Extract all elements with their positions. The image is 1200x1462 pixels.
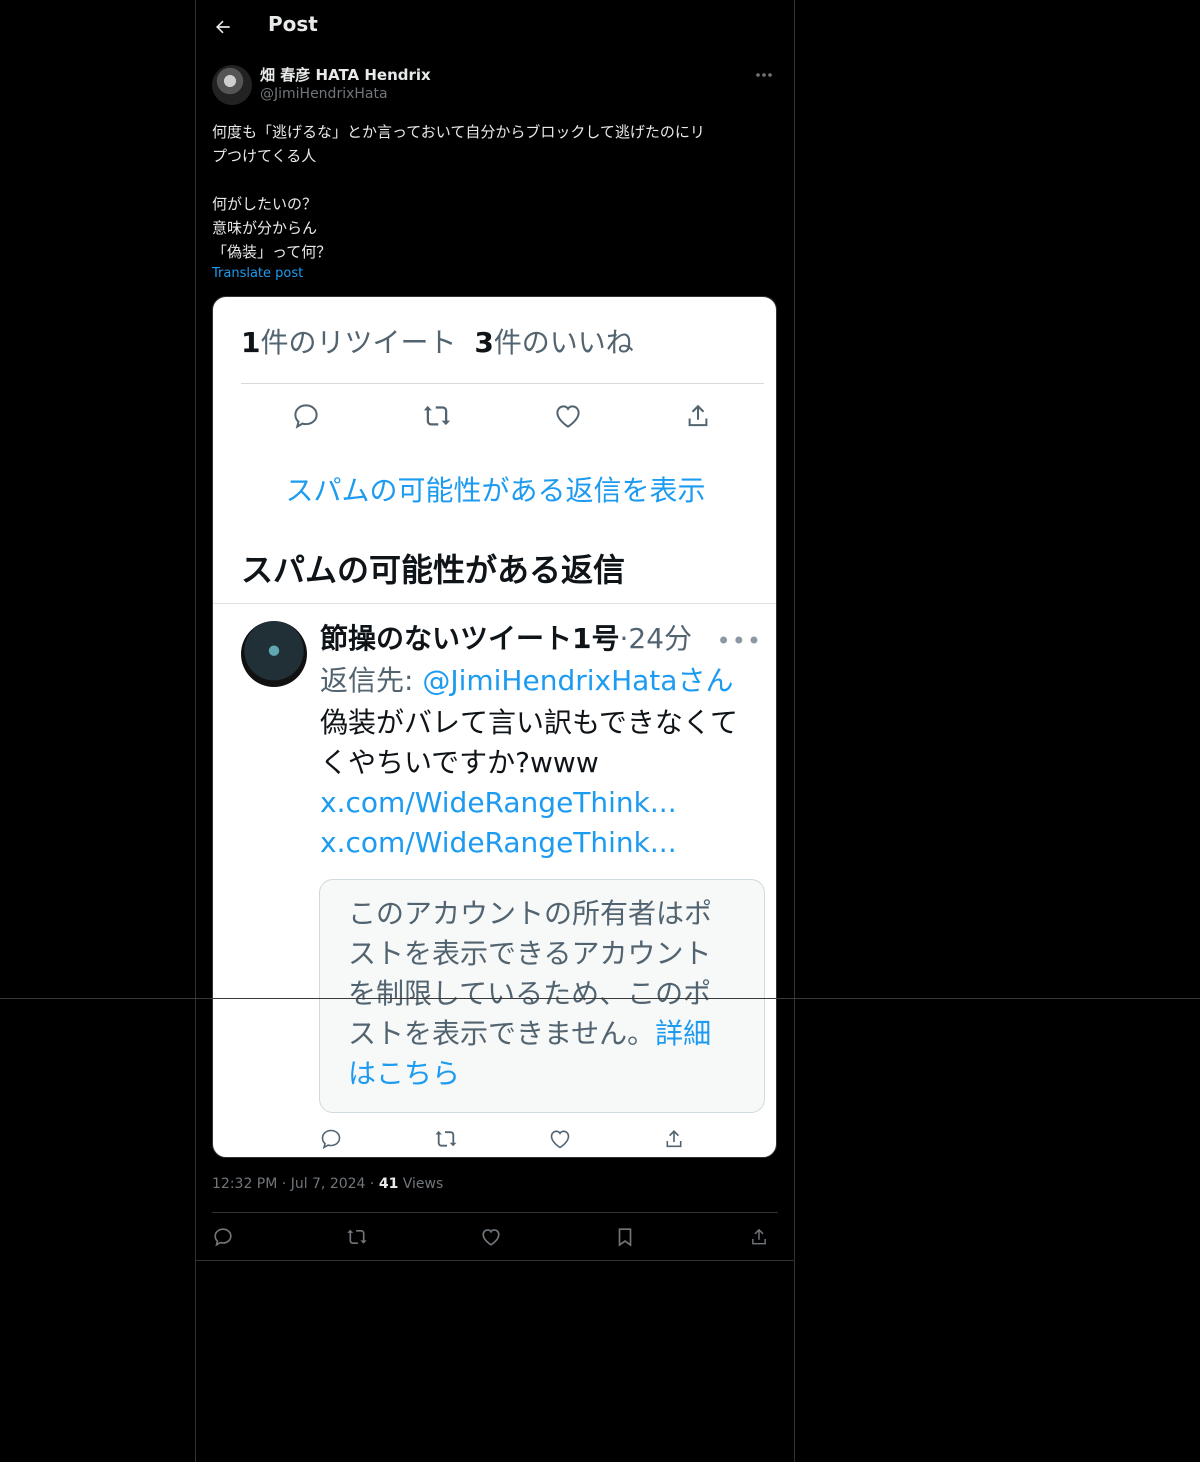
like-button[interactable] [480,1226,502,1248]
reply-icon [294,404,318,429]
screenshot-like-count: 3 [474,326,494,359]
share-icon [752,1228,766,1245]
top-bar: Post [196,0,794,54]
reply-body: 偽装がバレて言い訳もできなくてくやちいですか?www x.com/WideRan… [320,703,760,863]
divider [241,383,764,384]
post-column: Post 畑 春彦 HATA Hendrix @JimiHendrixHata … [195,0,795,1462]
reply-to-mention: @JimiHendrixHataさん [422,664,734,697]
post-metadata: 12:32 PM · Jul 7, 2024 · 41 Views [212,1176,443,1192]
post-action-bar [212,1214,778,1260]
page-title: Post [268,12,318,36]
attached-screenshot-image[interactable]: 1件のリツイート 3件のいいね スパムの可能性がある返信を表示 スパムの可能性が… [212,296,777,1158]
views-count: 41 [378,1176,399,1192]
reply-to: 返信先: @JimiHendrixHataさん [320,659,733,699]
share-button[interactable] [748,1226,770,1248]
post-text-line: 何がしたいの？ [212,195,318,213]
post-text: 何度も「逃げるな」とか言っておいて自分からブロックして逃げたのにリ プつけてくる… [212,120,778,264]
post-text-blank [212,168,778,192]
screenshot-like-label: 件のいいね [493,326,634,359]
avatar[interactable] [212,65,252,105]
reply-icon [214,1228,232,1247]
restricted-post-notice: このアカウントの所有者はポストを表示できるアカウントを制限しているため、このポス… [319,879,765,1113]
share-icon [688,404,708,427]
reply-icon [321,1129,341,1150]
more-options-button[interactable] [750,66,778,84]
post-text-line: 「偽装」って何？ [212,243,332,261]
screenshot-retweet-label: 件のリツイート [260,326,457,359]
reply-author: 節操のないツイート1号·24分 [320,617,692,657]
post-text-line: 何度も「逃げるな」とか言っておいて自分からブロックして逃げたのにリ [212,123,705,141]
author-handle[interactable]: @JimiHendrixHata [260,86,388,102]
bookmark-button[interactable] [614,1226,636,1248]
reply-button[interactable] [212,1226,234,1248]
post-author: 畑 春彦 HATA Hendrix @JimiHendrixHata [212,64,778,108]
show-spam-replies-link: スパムの可能性がある返信を表示 [285,474,706,507]
reply-text: 偽装がバレて言い訳もできなくてくやちいですか?www [320,706,739,779]
share-icon [666,1130,682,1148]
reply-to-prefix: 返信先: [320,664,423,697]
post-text-line: 意味が分からん [212,219,318,237]
more-horizontal-icon [756,73,772,77]
notice-text: このアカウントの所有者はポストを表示できるアカウントを制限しているため、このポス… [348,894,738,1094]
author-display-name[interactable]: 畑 春彦 HATA Hendrix [260,64,431,85]
overlay-line [0,998,1200,999]
post-text-line: プつけてくる人 [212,147,317,165]
bookmark-icon [618,1228,632,1247]
heart-icon [482,1229,500,1246]
retweet-icon [435,1130,457,1147]
post-date[interactable]: Jul 7, 2024 [291,1176,366,1192]
retweet-button[interactable] [346,1226,368,1248]
heart-icon [556,405,580,428]
post-time[interactable]: 12:32 PM [212,1176,277,1192]
translate-post-link[interactable]: Translate post [212,266,303,281]
screenshot-engagement-stats: 1件のリツイート 3件のいいね [241,321,634,361]
heart-icon [550,1130,570,1149]
screenshot-action-row-2 [213,1127,776,1157]
screenshot-retweet-count: 1 [241,326,261,359]
retweet-icon [423,405,451,426]
reply-link: x.com/WideRangeThink... [320,826,677,859]
divider [213,603,776,604]
retweet-icon [347,1229,367,1244]
arrow-left-icon [216,20,230,34]
screenshot-action-row [213,401,776,441]
meta-separator: · [277,1176,291,1192]
views-label: Views [402,1176,444,1192]
reply-link: x.com/WideRangeThink... [320,786,677,819]
spam-replies-heading: スパムの可能性がある返信 [241,551,626,589]
back-button[interactable] [210,14,236,40]
meta-separator: · [365,1176,379,1192]
more-horizontal-icon: ••• [716,627,762,655]
reply-time: ·24分 [619,622,693,655]
reply-author-name: 節操のないツイート1号 [320,622,620,655]
divider [196,1260,794,1261]
reply-avatar [241,621,307,687]
divider [212,1212,778,1213]
